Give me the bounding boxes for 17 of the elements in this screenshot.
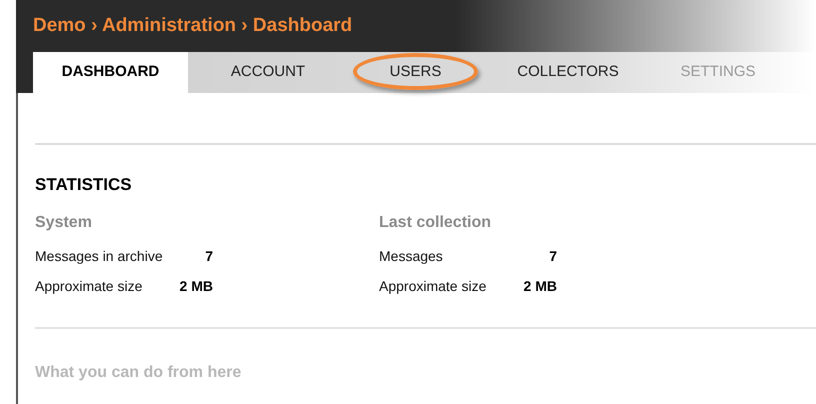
stat-label: Messages in archive [35,247,163,265]
group-title: Last collection [379,213,492,233]
stat-label: Approximate size [379,277,486,295]
section-title: STATISTICS [35,175,133,195]
nav-tab[interactable]: DASHBOARD [33,52,188,93]
stat-value: 2 MB [180,277,213,295]
section-title: What you can do from here [35,363,242,383]
stat-label: Approximate size [35,277,142,295]
nav-tab[interactable]: COLLECTORS [483,52,653,93]
nav-tab[interactable]: ACCOUNT [188,52,348,93]
stat-value: 7 [549,247,557,265]
breadcrumb: Demo › Administration › Dashboard [33,14,352,38]
stat-label: Messages [379,247,443,265]
nav-tab[interactable]: USERS [348,52,483,93]
stat-value: 2 MB [524,277,557,295]
group-title: System [35,213,93,233]
stat-value: 7 [205,247,213,265]
